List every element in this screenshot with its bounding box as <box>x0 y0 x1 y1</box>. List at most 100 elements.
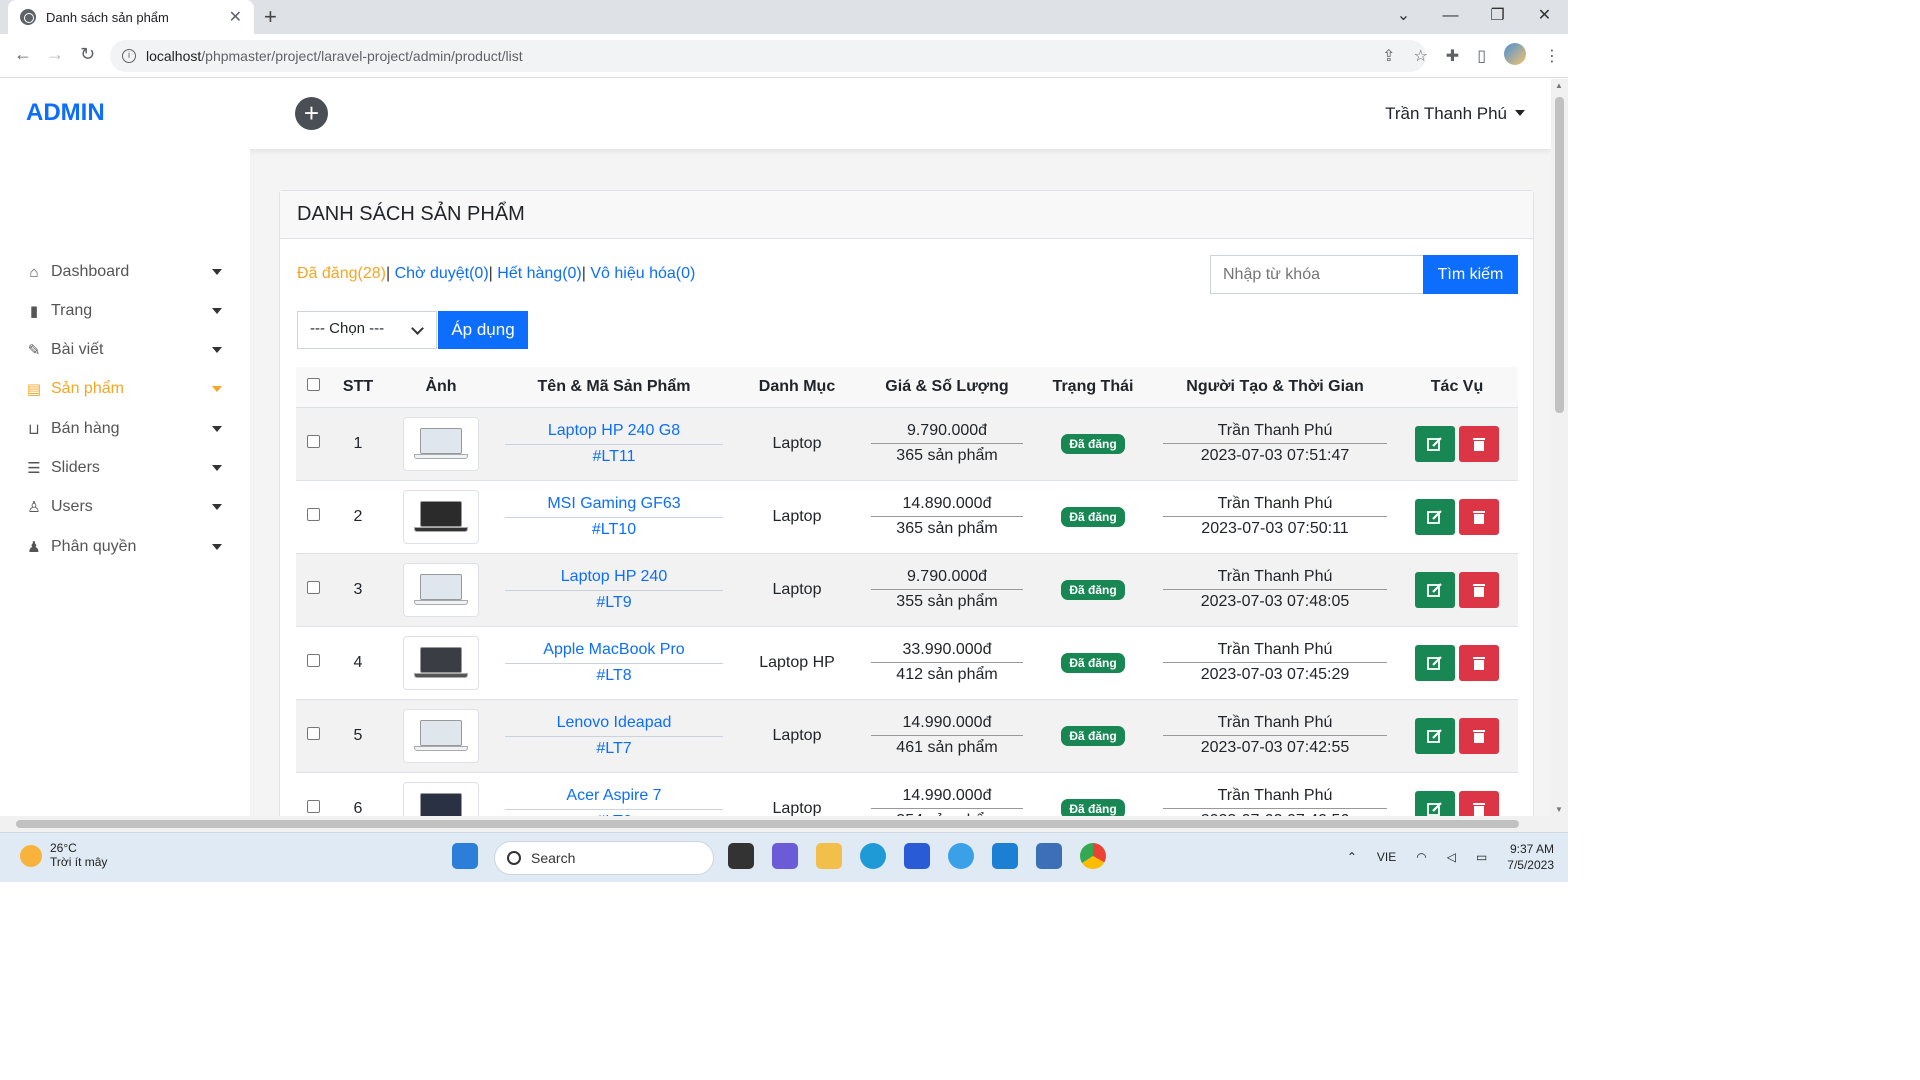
creator-name: Trần Thanh Phú <box>1163 784 1387 810</box>
language-indicator[interactable]: VIE <box>1377 850 1396 864</box>
chrome-icon[interactable] <box>1080 843 1106 869</box>
product-name-link[interactable]: Laptop HP 240 <box>505 565 723 591</box>
product-name-link[interactable]: Laptop HP 240 G8 <box>505 419 723 445</box>
task-view-icon[interactable] <box>728 843 754 869</box>
star-icon[interactable]: ☆ <box>1413 46 1427 66</box>
product-price: 33.990.000đ <box>871 638 1023 663</box>
edit-button[interactable] <box>1415 425 1455 462</box>
delete-button[interactable] <box>1459 571 1499 608</box>
sidebar-item-sliders[interactable]: ☰ Sliders <box>24 456 224 480</box>
sidebar-item-san-pham[interactable]: ▤ Sản phẩm <box>24 377 224 401</box>
notepad-icon[interactable] <box>1036 843 1062 869</box>
reload-icon[interactable]: ↻ <box>80 44 95 65</box>
share-icon[interactable]: ⇪ <box>1382 46 1395 66</box>
start-icon[interactable] <box>452 843 478 869</box>
row-checkbox[interactable] <box>306 726 320 740</box>
row-checkbox[interactable] <box>306 434 320 448</box>
scroll-down-icon[interactable]: ▼ <box>1555 805 1563 814</box>
info-icon[interactable]: i <box>122 49 136 63</box>
sidebar-item-dashboard[interactable]: ⌂ Dashboard <box>24 260 224 284</box>
clock[interactable]: 9:37 AM 7/5/2023 <box>1507 841 1554 873</box>
add-icon[interactable]: + <box>295 97 328 130</box>
user-menu[interactable]: Trần Thanh Phú <box>1385 104 1525 124</box>
sidebar-item-bai-viet[interactable]: ✎ Bài viết <box>24 338 224 362</box>
status-badge: Đã đăng <box>1061 579 1125 600</box>
volume-icon[interactable]: ◁ <box>1447 850 1456 864</box>
file-explorer-icon[interactable] <box>816 843 842 869</box>
vscode-icon[interactable] <box>992 843 1018 869</box>
edit-button[interactable] <box>1415 717 1455 754</box>
row-checkbox[interactable] <box>306 580 320 594</box>
row-checkbox[interactable] <box>306 653 320 667</box>
delete-button[interactable] <box>1459 498 1499 535</box>
search-button[interactable]: Tìm kiếm <box>1423 255 1518 294</box>
maximize-button[interactable]: ❐ <box>1474 0 1521 34</box>
address-bar[interactable]: i localhost/phpmaster/project/laravel-pr… <box>110 40 1426 72</box>
row-stt: 2 <box>353 507 363 525</box>
vertical-scrollbar[interactable]: ▲ ▼ <box>1551 79 1568 816</box>
filter-disabled[interactable]: Vô hiệu hóa(0) <box>590 265 695 282</box>
php-icon[interactable] <box>948 843 974 869</box>
creator-name: Trần Thanh Phú <box>1163 419 1387 444</box>
sidebar-item-trang[interactable]: ▮ Trang <box>24 299 224 323</box>
battery-icon[interactable]: ▭ <box>1476 850 1487 864</box>
browser-tab[interactable]: Danh sách sản phẩm ✕ <box>8 0 254 34</box>
delete-button[interactable] <box>1459 790 1499 816</box>
col-creator: Người Tạo & Thời Gian <box>1186 377 1364 395</box>
filter-out-of-stock[interactable]: Hết hàng(0) <box>497 265 582 282</box>
product-name-link[interactable]: MSI Gaming GF63 <box>505 492 723 518</box>
apply-button[interactable]: Áp dụng <box>438 311 528 349</box>
product-code-link[interactable]: #LT9 <box>596 594 631 611</box>
scrollbar-thumb[interactable] <box>16 820 1519 828</box>
globe-icon <box>20 9 36 25</box>
product-code-link[interactable]: #LT7 <box>596 740 631 757</box>
teams-icon[interactable] <box>772 843 798 869</box>
edit-button[interactable] <box>1415 644 1455 681</box>
wifi-icon[interactable]: ◠ <box>1416 850 1426 864</box>
chevron-down-icon[interactable]: ⌄ <box>1380 0 1427 34</box>
taskbar-search[interactable]: Search <box>494 841 714 875</box>
extensions-icon[interactable]: ✚ <box>1446 46 1459 66</box>
row-checkbox[interactable] <box>306 507 320 521</box>
bulk-action-select[interactable]: --- Chọn --- <box>297 311 437 349</box>
minimize-button[interactable]: — <box>1427 0 1474 34</box>
delete-button[interactable] <box>1459 644 1499 681</box>
forward-icon[interactable]: → <box>46 44 64 65</box>
delete-button[interactable] <box>1459 717 1499 754</box>
close-window-button[interactable]: ✕ <box>1521 0 1568 34</box>
sidepanel-icon[interactable]: ▯ <box>1477 46 1486 66</box>
row-checkbox[interactable] <box>306 799 320 813</box>
weather-widget[interactable]: 26°C Trời ít mây <box>20 841 107 869</box>
product-code-link[interactable]: #LT8 <box>596 667 631 684</box>
menu-icon[interactable]: ⋮ <box>1544 46 1560 66</box>
scroll-up-icon[interactable]: ▲ <box>1555 81 1563 90</box>
created-time: 2023-07-03 07:42:55 <box>1200 739 1350 756</box>
chevron-up-icon[interactable]: ⌃ <box>1347 850 1357 864</box>
select-all-checkbox[interactable] <box>306 377 320 391</box>
scrollbar-thumb[interactable] <box>1555 97 1564 413</box>
store-app-icon[interactable] <box>904 843 930 869</box>
new-tab-button[interactable]: + <box>264 4 277 30</box>
product-code-link[interactable]: #LT10 <box>592 521 636 538</box>
horizontal-scrollbar[interactable] <box>0 816 1568 832</box>
creator-name: Trần Thanh Phú <box>1163 638 1387 663</box>
profile-avatar[interactable] <box>1504 43 1526 65</box>
close-tab-icon[interactable]: ✕ <box>229 7 242 27</box>
product-name-link[interactable]: Lenovo Ideapad <box>505 711 723 737</box>
brand-logo[interactable]: ADMIN <box>26 99 105 127</box>
product-name-link[interactable]: Acer Aspire 7 <box>505 784 723 810</box>
sidebar-item-phan-quyen[interactable]: ♟ Phân quyền <box>24 535 224 559</box>
edge-icon[interactable] <box>860 843 886 869</box>
filter-posted[interactable]: Đã đăng(28) <box>297 265 386 282</box>
sidebar-item-users[interactable]: ♙ Users <box>24 495 224 519</box>
edit-button[interactable] <box>1415 790 1455 816</box>
search-input[interactable] <box>1210 255 1423 294</box>
edit-button[interactable] <box>1415 498 1455 535</box>
product-name-link[interactable]: Apple MacBook Pro <box>505 638 723 664</box>
back-icon[interactable]: ← <box>14 44 32 65</box>
delete-button[interactable] <box>1459 425 1499 462</box>
sidebar-item-ban-hang[interactable]: ⊔ Bán hàng <box>24 417 224 441</box>
filter-pending[interactable]: Chờ duyệt(0) <box>395 265 489 282</box>
edit-button[interactable] <box>1415 571 1455 608</box>
product-code-link[interactable]: #LT11 <box>593 448 636 465</box>
